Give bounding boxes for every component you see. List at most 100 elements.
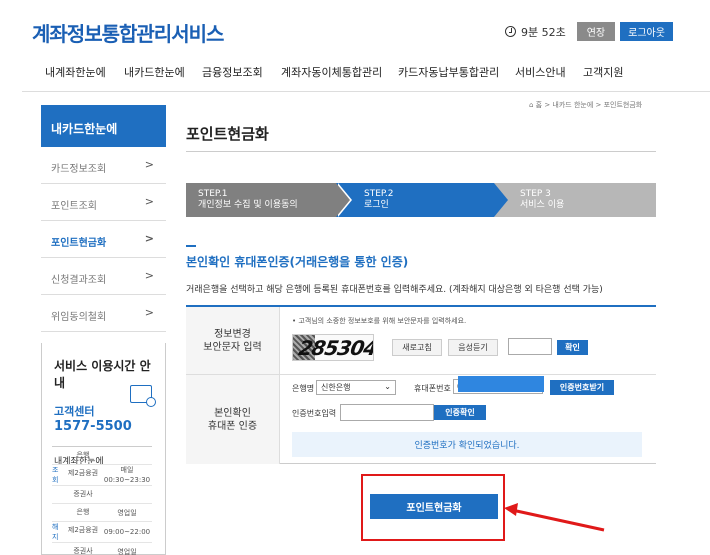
verification-form: 정보변경 보안문자 입력 • 고객님의 소중한 정보보호를 위해 보안문자를 입… xyxy=(186,305,656,464)
table-cell: 09:00~22:00 xyxy=(103,528,151,536)
step-label: 개인정보 수집 및 이용동의 xyxy=(198,200,298,210)
code-confirm-button[interactable]: 인증확인 xyxy=(434,405,486,420)
nav-item[interactable]: 카드자동납부통합관리 xyxy=(398,64,499,80)
table-cell xyxy=(52,543,64,555)
table-row: 해지 제2금융권 09:00~22:00 xyxy=(52,522,152,543)
sidebar-item-withdraw[interactable]: 위임동의철회 > xyxy=(41,295,166,332)
section-description: 거래은행을 선택하고 해당 은행에 등록된 휴대폰번호를 입력해주세요. (계좌… xyxy=(186,285,603,295)
step-separator xyxy=(336,183,350,217)
title-divider xyxy=(186,151,656,152)
phone-row: 본인확인 휴대폰 인증 은행명 신한은행⌄ 휴대폰번호 0 인증번호받기 인증번… xyxy=(186,375,656,464)
nav-item[interactable]: 내계좌한눈에 xyxy=(45,64,106,80)
site-logo[interactable]: 계좌정보통합관리서비스 xyxy=(32,18,224,47)
sidebar-title: 내카드한눈에 xyxy=(41,105,166,147)
nav-divider xyxy=(22,91,710,92)
table-row: 조회 제2금융권 매일 00:30~23:30 xyxy=(52,465,152,486)
sidebar-item-label: 카드정보조회 xyxy=(51,164,107,175)
table-cell xyxy=(52,504,64,521)
nav-item[interactable]: 계좌자동이체통합관리 xyxy=(281,64,382,80)
step-number: STEP 3 xyxy=(520,189,551,199)
nav-item[interactable]: 고객지원 xyxy=(583,64,623,80)
captcha-text: 285304 xyxy=(296,336,374,360)
step-1: STEP.1 개인정보 수집 및 이용동의 xyxy=(186,183,336,217)
table-cell: 영업일 xyxy=(117,547,137,555)
nav-item[interactable]: 금융정보조회 xyxy=(202,64,263,80)
bank-select-value: 신한은행 xyxy=(321,383,351,392)
table-cell: 증권사 xyxy=(73,547,93,555)
send-code-button[interactable]: 인증번호받기 xyxy=(550,380,614,395)
captcha-confirm-button[interactable]: 확인 xyxy=(557,340,588,355)
table-cell: 해지 xyxy=(52,523,59,541)
chevron-right-icon: > xyxy=(144,158,154,171)
bank-label: 은행명 xyxy=(292,384,315,393)
table-row: 증권사 영업일 xyxy=(52,543,152,555)
code-label: 인증번호입력 xyxy=(292,409,337,418)
bank-select[interactable]: 신한은행 ⌄ xyxy=(316,380,396,395)
table-cell xyxy=(52,447,64,464)
sidebar-item-point-cash[interactable]: 포인트현금화 > xyxy=(41,221,166,258)
phone-verify-label: 본인확인 휴대폰 인증 xyxy=(186,375,280,464)
table-cell: 조회 xyxy=(52,466,59,484)
logout-button[interactable]: 로그아웃 xyxy=(620,22,673,41)
table-cell: 영업일 xyxy=(117,508,137,517)
clock-icon xyxy=(505,26,516,37)
table-cell: 제2금융권 xyxy=(67,469,99,477)
audio-captcha-button[interactable]: 음성듣기 xyxy=(448,339,498,356)
refresh-captcha-button[interactable]: 새로고침 xyxy=(392,339,442,356)
code-input[interactable] xyxy=(340,404,434,421)
service-hours-box: 서비스 이용시간 안내 고객센터 1577-5500 내계좌한눈에 은행 조회 제… xyxy=(41,343,166,555)
step-2: STEP.2 로그인 xyxy=(336,183,494,217)
call-center-label: 고객센터 xyxy=(54,405,95,418)
step-3: STEP 3 서비스 이용 xyxy=(494,183,656,217)
page-title: 포인트현금화 xyxy=(186,125,269,143)
breadcrumb: ⌂ 홈 > 내카드 한눈에 > 포인트현금화 xyxy=(529,101,643,109)
sidebar-item-card-info[interactable]: 카드정보조회 > xyxy=(41,147,166,184)
table-cell: 증권사 xyxy=(73,490,93,498)
table-cell: 매일 00:30~23:30 xyxy=(103,466,151,484)
security-row: 정보변경 보안문자 입력 • 고객님의 소중한 정보보호를 위해 보안문자를 입… xyxy=(186,307,656,375)
sidebar-item-label: 포인트현금화 xyxy=(51,238,107,249)
chevron-right-icon: > xyxy=(144,232,154,245)
sidebar-item-label: 신청결과조회 xyxy=(51,275,107,286)
sidebar-item-result[interactable]: 신청결과조회 > xyxy=(41,258,166,295)
chevron-right-icon: > xyxy=(144,269,154,282)
section-marker xyxy=(186,245,196,247)
service-hours-table: 은행 조회 제2금융권 매일 00:30~23:30 증권사 은행 영업일 해지 제2금… xyxy=(52,446,152,555)
table-cell: 은행 xyxy=(76,451,90,459)
sidebar-item-point-inquiry[interactable]: 포인트조회 > xyxy=(41,184,166,221)
captcha-image: 285304 xyxy=(292,334,374,361)
phone-icon xyxy=(130,385,156,407)
table-row: 증권사 xyxy=(52,486,152,504)
nav-item[interactable]: 내카드한눈에 xyxy=(124,64,185,80)
sidebar: 내카드한눈에 카드정보조회 > 포인트조회 > 포인트현금화 > 신청결과조회 > 위임… xyxy=(41,105,166,332)
chevron-down-icon: ⌄ xyxy=(384,382,391,391)
table-row: 은행 xyxy=(52,447,152,465)
step-indicator: STEP.1 개인정보 수집 및 이용동의 STEP.2 로그인 STEP 3 서비스… xyxy=(186,183,656,217)
table-cell: 은행 xyxy=(76,508,90,516)
highlight-box xyxy=(361,474,505,541)
step-number: STEP.1 xyxy=(198,189,228,199)
captcha-input[interactable] xyxy=(508,338,552,355)
table-cell: 제2금융권 xyxy=(67,526,99,534)
step-label: 로그인 xyxy=(364,200,389,210)
section-title: 본인확인 휴대폰인증(거래은행을 통한 인증) xyxy=(186,255,409,269)
step-number: STEP.2 xyxy=(364,189,394,199)
call-center-phone: 1577-5500 xyxy=(54,419,132,434)
table-cell xyxy=(102,486,152,503)
security-label: 정보변경 보안문자 입력 xyxy=(186,307,280,374)
sidebar-item-label: 포인트조회 xyxy=(51,201,97,212)
phone-number-mask xyxy=(458,376,544,392)
step-label: 서비스 이용 xyxy=(520,200,565,210)
chevron-right-icon: > xyxy=(144,195,154,208)
table-row: 은행 영업일 xyxy=(52,504,152,522)
red-arrow-icon xyxy=(504,503,605,532)
timer-text: 9분 52초 xyxy=(521,25,566,39)
step-separator xyxy=(494,183,508,217)
nav-item[interactable]: 서비스안내 xyxy=(515,64,566,80)
security-note: • 고객님의 소중한 정보보호를 위해 보안문자를 입력하세요. xyxy=(292,317,467,325)
chevron-right-icon: > xyxy=(144,306,154,319)
phone-field-label: 휴대폰번호 xyxy=(414,384,451,393)
extend-button[interactable]: 연장 xyxy=(576,22,616,41)
table-cell xyxy=(102,447,152,464)
table-cell xyxy=(52,486,64,503)
